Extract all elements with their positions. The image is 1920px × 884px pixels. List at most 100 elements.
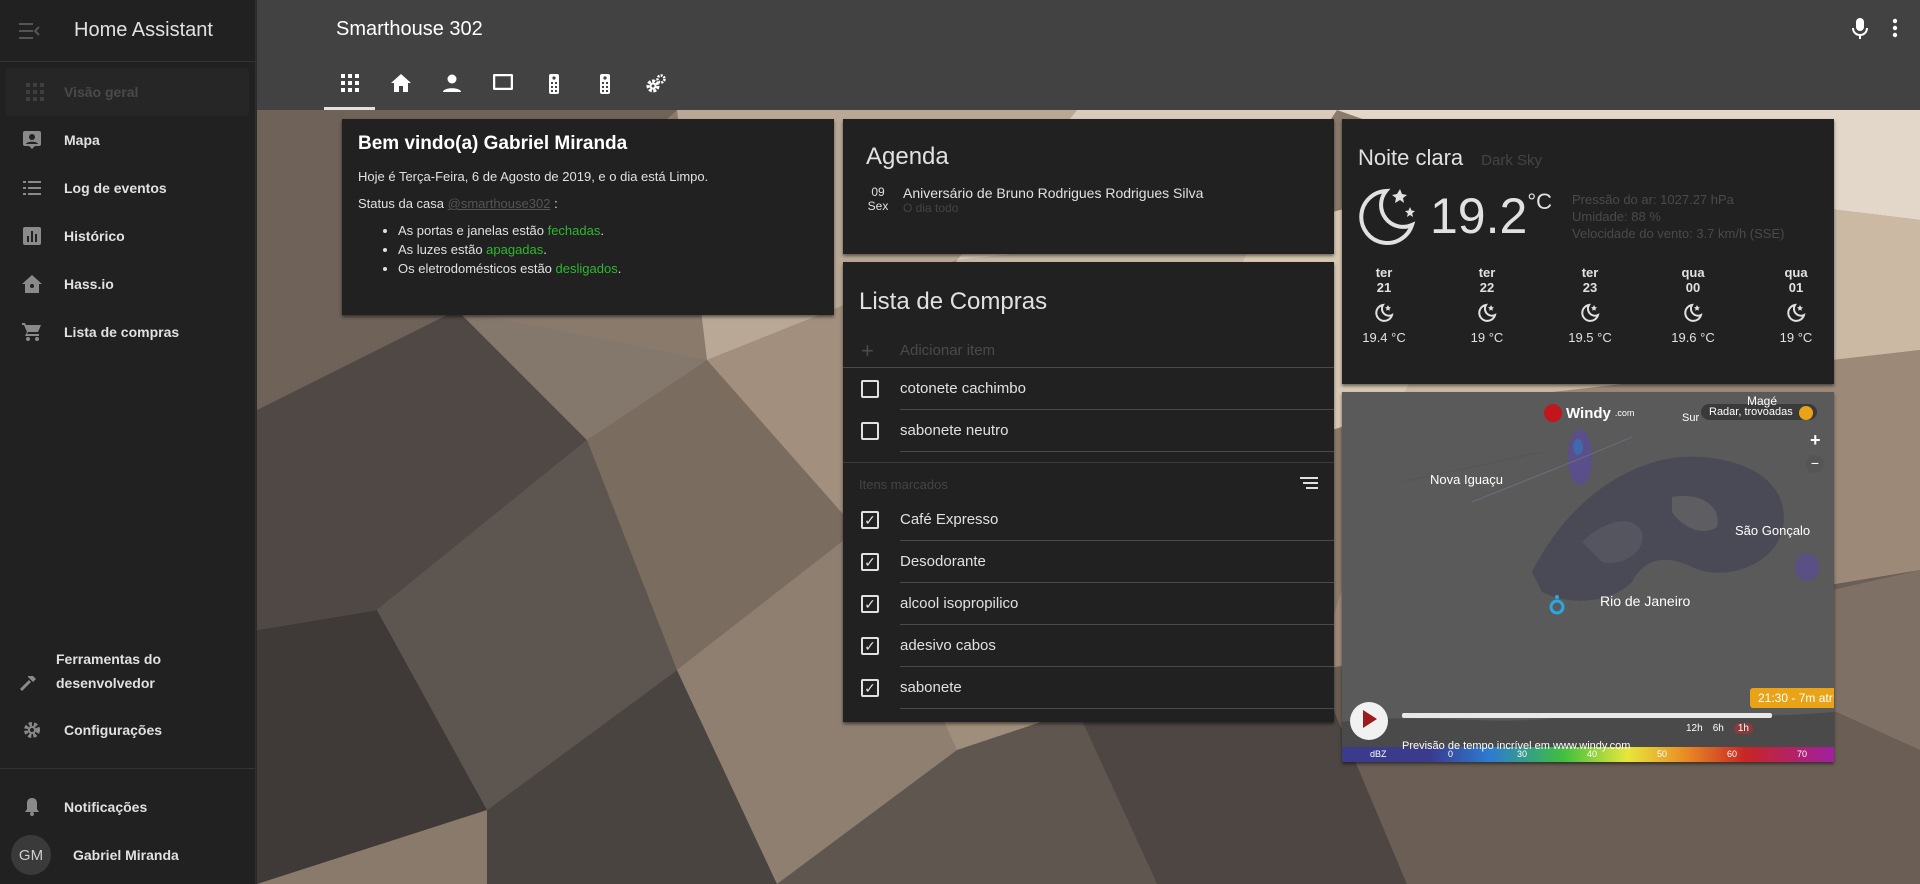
app-title: Home Assistant (74, 19, 213, 41)
range-1h[interactable]: 1h (1733, 723, 1753, 734)
welcome-title: Bem vindo(a) Gabriel Miranda (358, 133, 628, 154)
sidebar-item-overview[interactable]: Visão geral (6, 68, 249, 116)
item-label[interactable]: cotonete cachimbo (900, 368, 1334, 410)
add-item-row[interactable]: + Adicionar item (843, 334, 1334, 368)
list-item[interactable]: ✓ Desodorante (843, 541, 1334, 583)
forecast: ter 21 19.4 °C ter 22 19 °C ter 23 19.5 °C … (1358, 265, 1818, 345)
sidebar-item-logbook[interactable]: Log de eventos (0, 164, 255, 212)
time-badge: 21:30 - 7m atr (1750, 688, 1834, 708)
list-item: As portas e janelas estão fechadas. (398, 223, 818, 238)
item-label[interactable]: sabonete (900, 667, 1334, 709)
zoom-in-button[interactable]: + (1810, 430, 1821, 451)
hammer-icon (0, 674, 56, 692)
forecast-item: ter 21 19.4 °C (1362, 265, 1406, 345)
item-label[interactable]: Desodorante (900, 541, 1334, 583)
list-item[interactable]: ✓ alcool isopropilico (843, 583, 1334, 625)
windy-footer-link[interactable]: Previsão de tempo incrível em www.windy.… (1402, 740, 1630, 752)
night-clear-icon (1465, 303, 1509, 326)
welcome-card: Bem vindo(a) Gabriel Miranda Hoje é Terç… (342, 119, 834, 315)
sidebar-item-label: Visão geral (64, 84, 139, 100)
night-clear-icon (1671, 303, 1715, 326)
sidebar-item-history[interactable]: Histórico (0, 212, 255, 260)
layer-icon (1798, 406, 1813, 420)
home-icon (390, 74, 411, 97)
city-label: Magé (1747, 394, 1778, 408)
range-12h[interactable]: 12h (1686, 723, 1703, 734)
sidebar-item-profile[interactable]: GM Gabriel Miranda (0, 831, 255, 879)
list-item[interactable]: ✓ adesivo cabos (843, 625, 1334, 667)
list-item: As luzes estão apagadas. (398, 242, 818, 257)
sidebar-item-map[interactable]: Mapa (0, 116, 255, 164)
house-status-line: Status da casa @smarthouse302 : (358, 196, 818, 211)
cogs-icon (645, 74, 667, 99)
list-item: Os eletrodomésticos estão desligados. (398, 261, 818, 276)
sort-icon[interactable] (1300, 476, 1318, 492)
tab-remote-2[interactable] (579, 68, 630, 110)
avatar: GM (11, 835, 51, 875)
bell-icon (0, 798, 64, 816)
sidebar-item-hassio[interactable]: Hass.io (0, 260, 255, 308)
item-checkbox[interactable] (861, 422, 879, 440)
tab-tv[interactable] (477, 68, 528, 110)
list-item[interactable]: ✓ Café Expresso (843, 499, 1334, 541)
account-box-icon (0, 131, 64, 149)
forecast-item: qua 01 19 °C (1774, 265, 1818, 345)
sidebar-item-label: Configurações (64, 722, 163, 738)
item-label[interactable]: adesivo cabos (900, 625, 1334, 667)
weather-card[interactable]: Noite clara Dark Sky 19.2 °C Pressão do … (1342, 119, 1834, 384)
windy-map-card[interactable]: Windy .com Radar, trovoadas + − Nova Igua… (1342, 392, 1834, 762)
night-clear-icon (1358, 185, 1420, 252)
zoom-out-button[interactable]: − (1806, 455, 1824, 473)
tab-settings[interactable] (630, 68, 681, 110)
add-item-input[interactable]: Adicionar item (900, 342, 995, 359)
sidebar-item-notifications[interactable]: Notificações (0, 783, 255, 831)
city-label: Nova Iguaçu (1430, 472, 1503, 487)
menu-icon[interactable] (0, 22, 60, 40)
sidebar-item-label: Gabriel Miranda (73, 847, 179, 863)
tab-person[interactable] (426, 68, 477, 110)
range-selector: 12h 6h 1h (1686, 723, 1753, 734)
more-vertical-icon[interactable] (1892, 18, 1898, 45)
windy-logo[interactable]: Windy .com (1544, 404, 1634, 422)
sidebar-item-label: Hass.io (64, 276, 114, 292)
temperature-unit: °C (1527, 189, 1553, 214)
list-item[interactable]: ✓ sabonete (843, 667, 1334, 709)
sidebar-item-dev-tools[interactable]: Ferramentas do desenvolvedor (0, 640, 255, 702)
sidebar-item-label: Log de eventos (64, 180, 167, 196)
remote-icon (548, 74, 560, 99)
sidebar-item-shopping[interactable]: Lista de compras (0, 308, 255, 356)
view-tabs (324, 68, 681, 110)
list-item[interactable]: sabonete neutro (843, 410, 1334, 452)
item-checkbox-checked[interactable]: ✓ (861, 553, 879, 571)
top-bar: Smarthouse 302 (257, 0, 1920, 110)
sidebar-item-label: Histórico (64, 228, 125, 244)
tab-remote-1[interactable] (528, 68, 579, 110)
calendar-event[interactable]: 09 Sex Aniversário de Bruno Rodrigues Ro… (866, 185, 1311, 215)
item-label[interactable]: sabonete neutro (900, 410, 1334, 452)
city-label: Rio de Janeiro (1600, 593, 1691, 609)
status-link[interactable]: @smarthouse302 (448, 196, 551, 211)
item-checkbox-checked[interactable]: ✓ (861, 595, 879, 613)
item-checkbox-checked[interactable]: ✓ (861, 637, 879, 655)
item-checkbox-checked[interactable]: ✓ (861, 511, 879, 529)
agenda-card: Agenda 09 Sex Aniversário de Bruno Rodri… (843, 119, 1334, 254)
event-title: Aniversário de Bruno Rodrigues Rodrigues… (903, 185, 1204, 201)
item-checkbox-checked[interactable]: ✓ (861, 679, 879, 697)
view-dashboard-icon (6, 83, 64, 101)
play-button[interactable] (1350, 702, 1388, 740)
item-label[interactable]: alcool isopropilico (900, 583, 1334, 625)
view-grid-icon (340, 74, 359, 97)
weather-condition: Noite clara (1358, 145, 1464, 170)
range-6h[interactable]: 6h (1713, 723, 1724, 734)
timeline-slider[interactable] (1402, 713, 1772, 718)
sidebar-item-config[interactable]: Configurações (0, 706, 255, 754)
list-item[interactable]: cotonete cachimbo (843, 368, 1334, 410)
microphone-icon[interactable] (1852, 18, 1868, 45)
item-checkbox[interactable] (861, 380, 879, 398)
tab-overview-grid[interactable] (324, 68, 375, 110)
item-label[interactable]: Café Expresso (900, 499, 1334, 541)
tab-home[interactable] (375, 68, 426, 110)
plus-icon[interactable]: + (861, 338, 900, 364)
page-title: Smarthouse 302 (336, 18, 483, 40)
shopping-list-card: Lista de Compras + Adicionar item cotone… (843, 262, 1334, 722)
